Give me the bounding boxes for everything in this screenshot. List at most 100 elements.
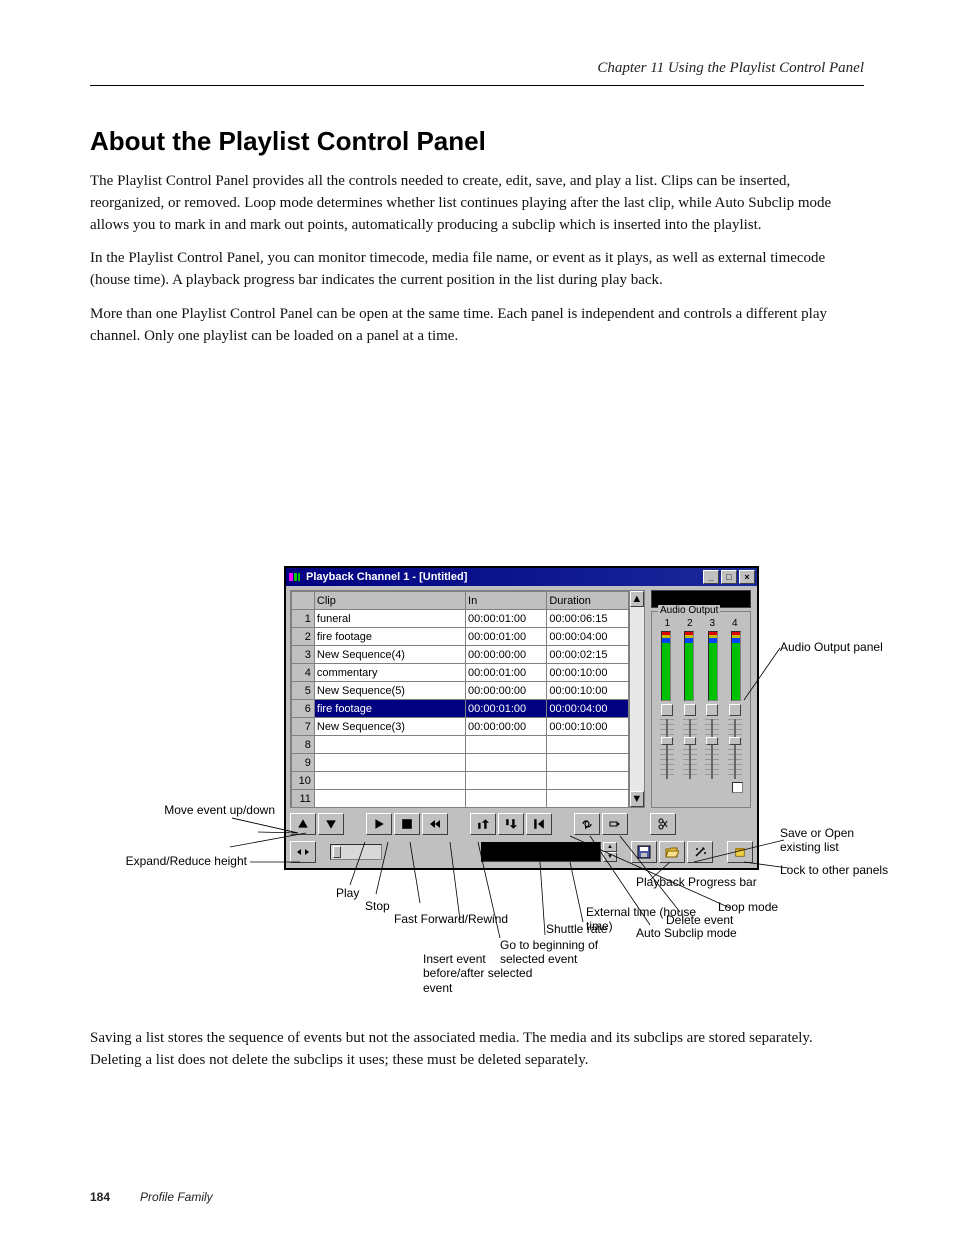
spin-up-icon[interactable]: ▲ (603, 842, 617, 852)
screenshot-window: Playback Channel 1 - [Untitled] _ □ × Cl… (284, 566, 759, 870)
audio-fader-1[interactable] (660, 719, 674, 779)
save-list-button[interactable] (631, 841, 657, 863)
goto-begin-button[interactable] (526, 813, 552, 835)
shuttle-rate-slider[interactable] (330, 844, 382, 860)
row-index: 8 (292, 736, 315, 754)
scroll-up-button[interactable]: ▲ (630, 591, 644, 607)
row-in: 00:00:00:00 (466, 718, 547, 736)
minimize-button[interactable]: _ (703, 570, 719, 584)
row-clip: funeral (314, 610, 465, 628)
table-row[interactable]: 1funeral00:00:01:0000:00:06:15 (292, 610, 629, 628)
table-row[interactable]: 4commentary00:00:01:0000:00:10:00 (292, 664, 629, 682)
label-move-updown: Move event up/down (120, 803, 275, 817)
audio-ch-label-3: 3 (709, 618, 715, 629)
row-index: 7 (292, 718, 315, 736)
table-row[interactable]: 9 (292, 754, 629, 772)
audio-lock-checkbox[interactable] (732, 782, 743, 793)
row-clip (314, 772, 465, 790)
row-index: 9 (292, 754, 315, 772)
row-in: 00:00:01:00 (466, 610, 547, 628)
external-time-spin[interactable]: ▲ ▼ (603, 842, 617, 862)
table-row[interactable]: 10 (292, 772, 629, 790)
spin-down-icon[interactable]: ▼ (603, 852, 617, 862)
body-para-2: In the Playlist Control Panel, you can m… (90, 248, 864, 292)
row-clip: New Sequence(4) (314, 646, 465, 664)
audio-ch-label-4: 4 (732, 618, 738, 629)
lock-panels-button[interactable] (727, 841, 753, 863)
maximize-button[interactable]: □ (721, 570, 737, 584)
expand-reduce-button[interactable] (290, 841, 316, 863)
row-duration (547, 790, 628, 808)
play-button[interactable] (366, 813, 392, 835)
table-row[interactable]: 7New Sequence(3)00:00:00:0000:00:10:00 (292, 718, 629, 736)
col-header-index[interactable] (292, 592, 315, 610)
row-clip (314, 790, 465, 808)
row-index: 4 (292, 664, 315, 682)
header-rule (90, 85, 864, 86)
col-header-in[interactable]: In (466, 592, 547, 610)
table-row[interactable]: 3New Sequence(4)00:00:00:0000:00:02:15 (292, 646, 629, 664)
audio-knob-3[interactable] (706, 704, 718, 716)
row-in (466, 754, 547, 772)
audio-meter-2 (684, 631, 694, 701)
stop-button[interactable] (394, 813, 420, 835)
table-row[interactable]: 6fire footage00:00:01:0000:00:04:00 (292, 700, 629, 718)
label-play: Play (336, 886, 359, 900)
loop-mode-button[interactable] (574, 813, 600, 835)
section-title: About the Playlist Control Panel (90, 126, 864, 157)
label-auto-subclip: Auto Subclip mode (636, 926, 746, 940)
row-index: 5 (292, 682, 315, 700)
playback-progress-button[interactable] (687, 841, 713, 863)
audio-knob-4[interactable] (729, 704, 741, 716)
toolbar-row-1 (290, 812, 753, 836)
label-audio-panel: Audio Output panel (780, 640, 883, 654)
window-titlebar[interactable]: Playback Channel 1 - [Untitled] _ □ × (286, 568, 757, 586)
scroll-down-button[interactable]: ▼ (630, 791, 644, 807)
row-in (466, 772, 547, 790)
delete-event-button[interactable] (650, 813, 676, 835)
table-row[interactable]: 5New Sequence(5)00:00:00:0000:00:10:00 (292, 682, 629, 700)
toolbar-row-2: ▲ ▼ (290, 840, 753, 864)
move-down-button[interactable] (318, 813, 344, 835)
audio-fader-2[interactable] (683, 719, 697, 779)
col-header-clip[interactable]: Clip (314, 592, 465, 610)
audio-fader-3[interactable] (705, 719, 719, 779)
label-stop: Stop (365, 899, 390, 913)
insert-after-button[interactable] (498, 813, 524, 835)
running-header: Chapter 11 Using the Playlist Control Pa… (90, 60, 864, 77)
audio-meter-3 (708, 631, 718, 701)
table-row[interactable]: 2fire footage00:00:01:0000:00:04:00 (292, 628, 629, 646)
row-duration: 00:00:10:00 (547, 664, 628, 682)
table-row[interactable]: 11 (292, 790, 629, 808)
insert-before-button[interactable] (470, 813, 496, 835)
audio-fader-4[interactable] (728, 719, 742, 779)
playlist-table-container: Clip In Duration 1funeral00:00:01:0000:0… (290, 590, 645, 808)
col-header-duration[interactable]: Duration (547, 592, 628, 610)
window-title: Playback Channel 1 - [Untitled] (306, 571, 701, 583)
row-duration: 00:00:04:00 (547, 700, 628, 718)
playlist-table[interactable]: Clip In Duration 1funeral00:00:01:0000:0… (291, 591, 629, 808)
row-clip (314, 754, 465, 772)
row-index: 3 (292, 646, 315, 664)
audio-knob-2[interactable] (684, 704, 696, 716)
close-button[interactable]: × (739, 570, 755, 584)
row-in: 00:00:01:00 (466, 628, 547, 646)
table-row[interactable]: 8 (292, 736, 629, 754)
ffwd-rewind-button[interactable] (422, 813, 448, 835)
auto-subclip-button[interactable] (602, 813, 628, 835)
row-clip: New Sequence(5) (314, 682, 465, 700)
row-in: 00:00:00:00 (466, 682, 547, 700)
scroll-track[interactable] (630, 607, 644, 791)
move-up-button[interactable] (290, 813, 316, 835)
audio-knob-1[interactable] (661, 704, 673, 716)
audio-output-legend: Audio Output (658, 605, 720, 616)
footer-text: Profile Family (140, 1190, 213, 1204)
row-in (466, 736, 547, 754)
playlist-scrollbar[interactable]: ▲ ▼ (629, 591, 644, 807)
row-duration: 00:00:04:00 (547, 628, 628, 646)
row-index: 11 (292, 790, 315, 808)
label-expand-reduce: Expand/Reduce height (92, 854, 247, 868)
row-index: 2 (292, 628, 315, 646)
open-list-button[interactable] (659, 841, 685, 863)
audio-ch-label-1: 1 (664, 618, 670, 629)
